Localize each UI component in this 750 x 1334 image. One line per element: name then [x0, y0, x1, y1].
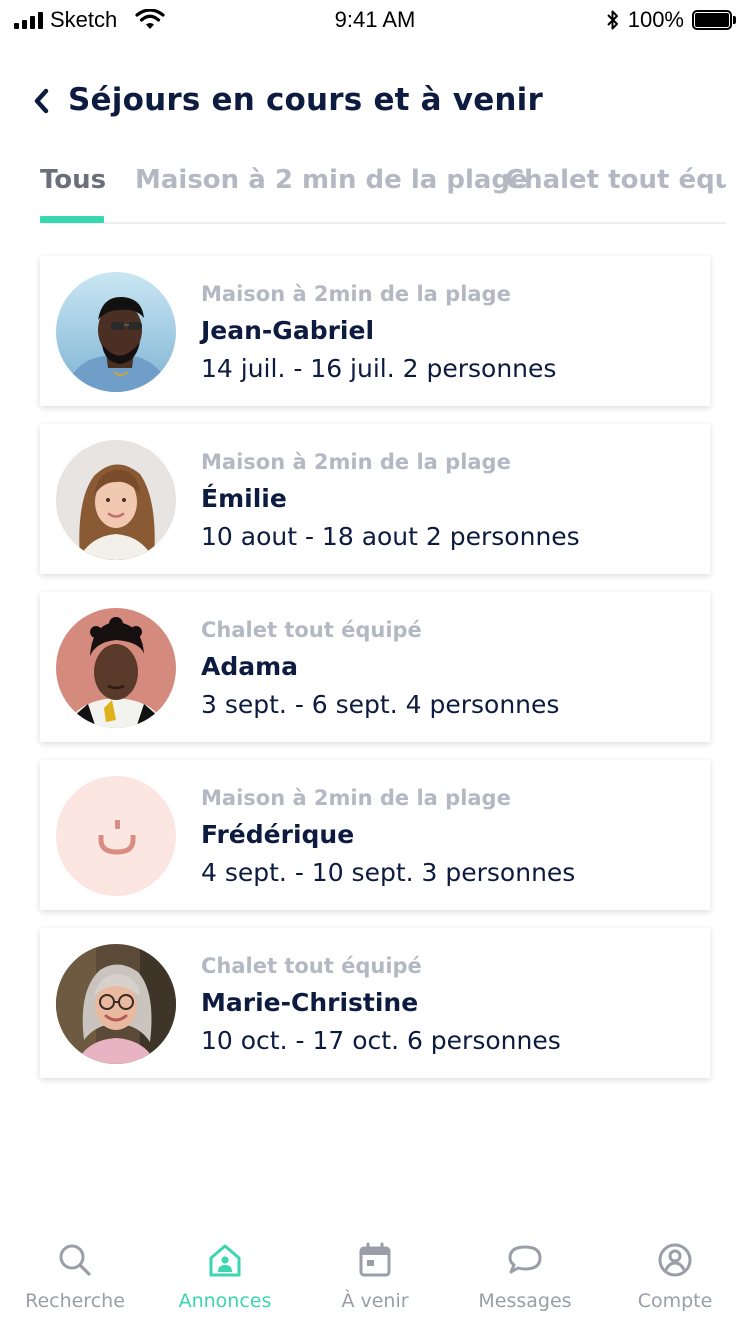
nav-label: Messages [478, 1290, 572, 1312]
guest-name: Émilie [201, 484, 287, 513]
home-icon [209, 1244, 241, 1277]
user-circle-icon [658, 1243, 692, 1277]
search-icon [59, 1244, 91, 1276]
booking-card[interactable]: Maison à 2min de la plage Jean-Gabriel 1… [40, 256, 710, 406]
active-tab-indicator [40, 216, 104, 223]
page-title: Séjours en cours et à venir [68, 82, 544, 118]
booking-card[interactable]: Maison à 2min de la plage Frédérique 4 s… [40, 760, 710, 910]
guest-name: Frédérique [201, 820, 355, 849]
listing-name: Chalet tout équipé [201, 954, 422, 978]
guest-name: Adama [201, 652, 299, 681]
tab-bar: Tous Maison à 2 min de la plage Chalet t… [40, 160, 726, 224]
status-right: 100% [606, 7, 736, 33]
nav-annonces[interactable]: Annonces [150, 1230, 300, 1330]
booking-dates: 3 sept. - 6 sept. 4 personnes [201, 690, 560, 719]
avatar [56, 944, 176, 1064]
listing-name: Maison à 2min de la plage [201, 786, 511, 810]
battery-percentage: 100% [627, 7, 684, 32]
booking-card[interactable]: Maison à 2min de la plage Émilie 10 aout… [40, 424, 710, 574]
nav-messages[interactable]: Messages [450, 1230, 600, 1330]
listing-name: Maison à 2min de la plage [201, 450, 511, 474]
calendar-icon [359, 1242, 391, 1277]
smile-face-icon [56, 776, 176, 896]
bottom-navigation: Recherche Annonces À venir Messages Comp… [0, 1230, 750, 1334]
booking-card[interactable]: Chalet tout équipé Marie-Christine 10 oc… [40, 928, 710, 1078]
avatar [56, 608, 176, 728]
booking-dates: 14 juil. - 16 juil. 2 personnes [201, 354, 557, 383]
chat-bubble-icon [508, 1245, 542, 1274]
bluetooth-icon [607, 10, 618, 30]
listing-name: Maison à 2min de la plage [201, 282, 511, 306]
status-bar: Sketch 9:41 AM 100% [0, 0, 750, 40]
nav-a-venir[interactable]: À venir [300, 1230, 450, 1330]
guest-name: Jean-Gabriel [201, 316, 375, 345]
nav-label: Compte [637, 1290, 713, 1312]
avatar [56, 440, 176, 560]
back-chevron-icon[interactable] [30, 86, 54, 116]
booking-dates: 4 sept. - 10 sept. 3 personnes [201, 858, 576, 887]
tab-maison-plage[interactable]: Maison à 2 min de la plage [135, 160, 528, 200]
nav-label: Recherche [25, 1290, 125, 1312]
avatar [56, 272, 176, 392]
tab-chalet[interactable]: Chalet tout équipé [505, 160, 726, 200]
guest-name: Marie-Christine [201, 988, 419, 1017]
booking-card[interactable]: Chalet tout équipé Adama 3 sept. - 6 sep… [40, 592, 710, 742]
booking-dates: 10 oct. - 17 oct. 6 personnes [201, 1026, 561, 1055]
nav-compte[interactable]: Compte [600, 1230, 750, 1330]
battery-icon [692, 10, 736, 30]
booking-dates: 10 aout - 18 aout 2 personnes [201, 522, 580, 551]
nav-label: À venir [341, 1290, 409, 1312]
avatar-placeholder [56, 776, 176, 896]
nav-label: Annonces [178, 1290, 272, 1312]
nav-recherche[interactable]: Recherche [0, 1230, 150, 1330]
listing-name: Chalet tout équipé [201, 618, 422, 642]
tab-all[interactable]: Tous [40, 160, 106, 200]
